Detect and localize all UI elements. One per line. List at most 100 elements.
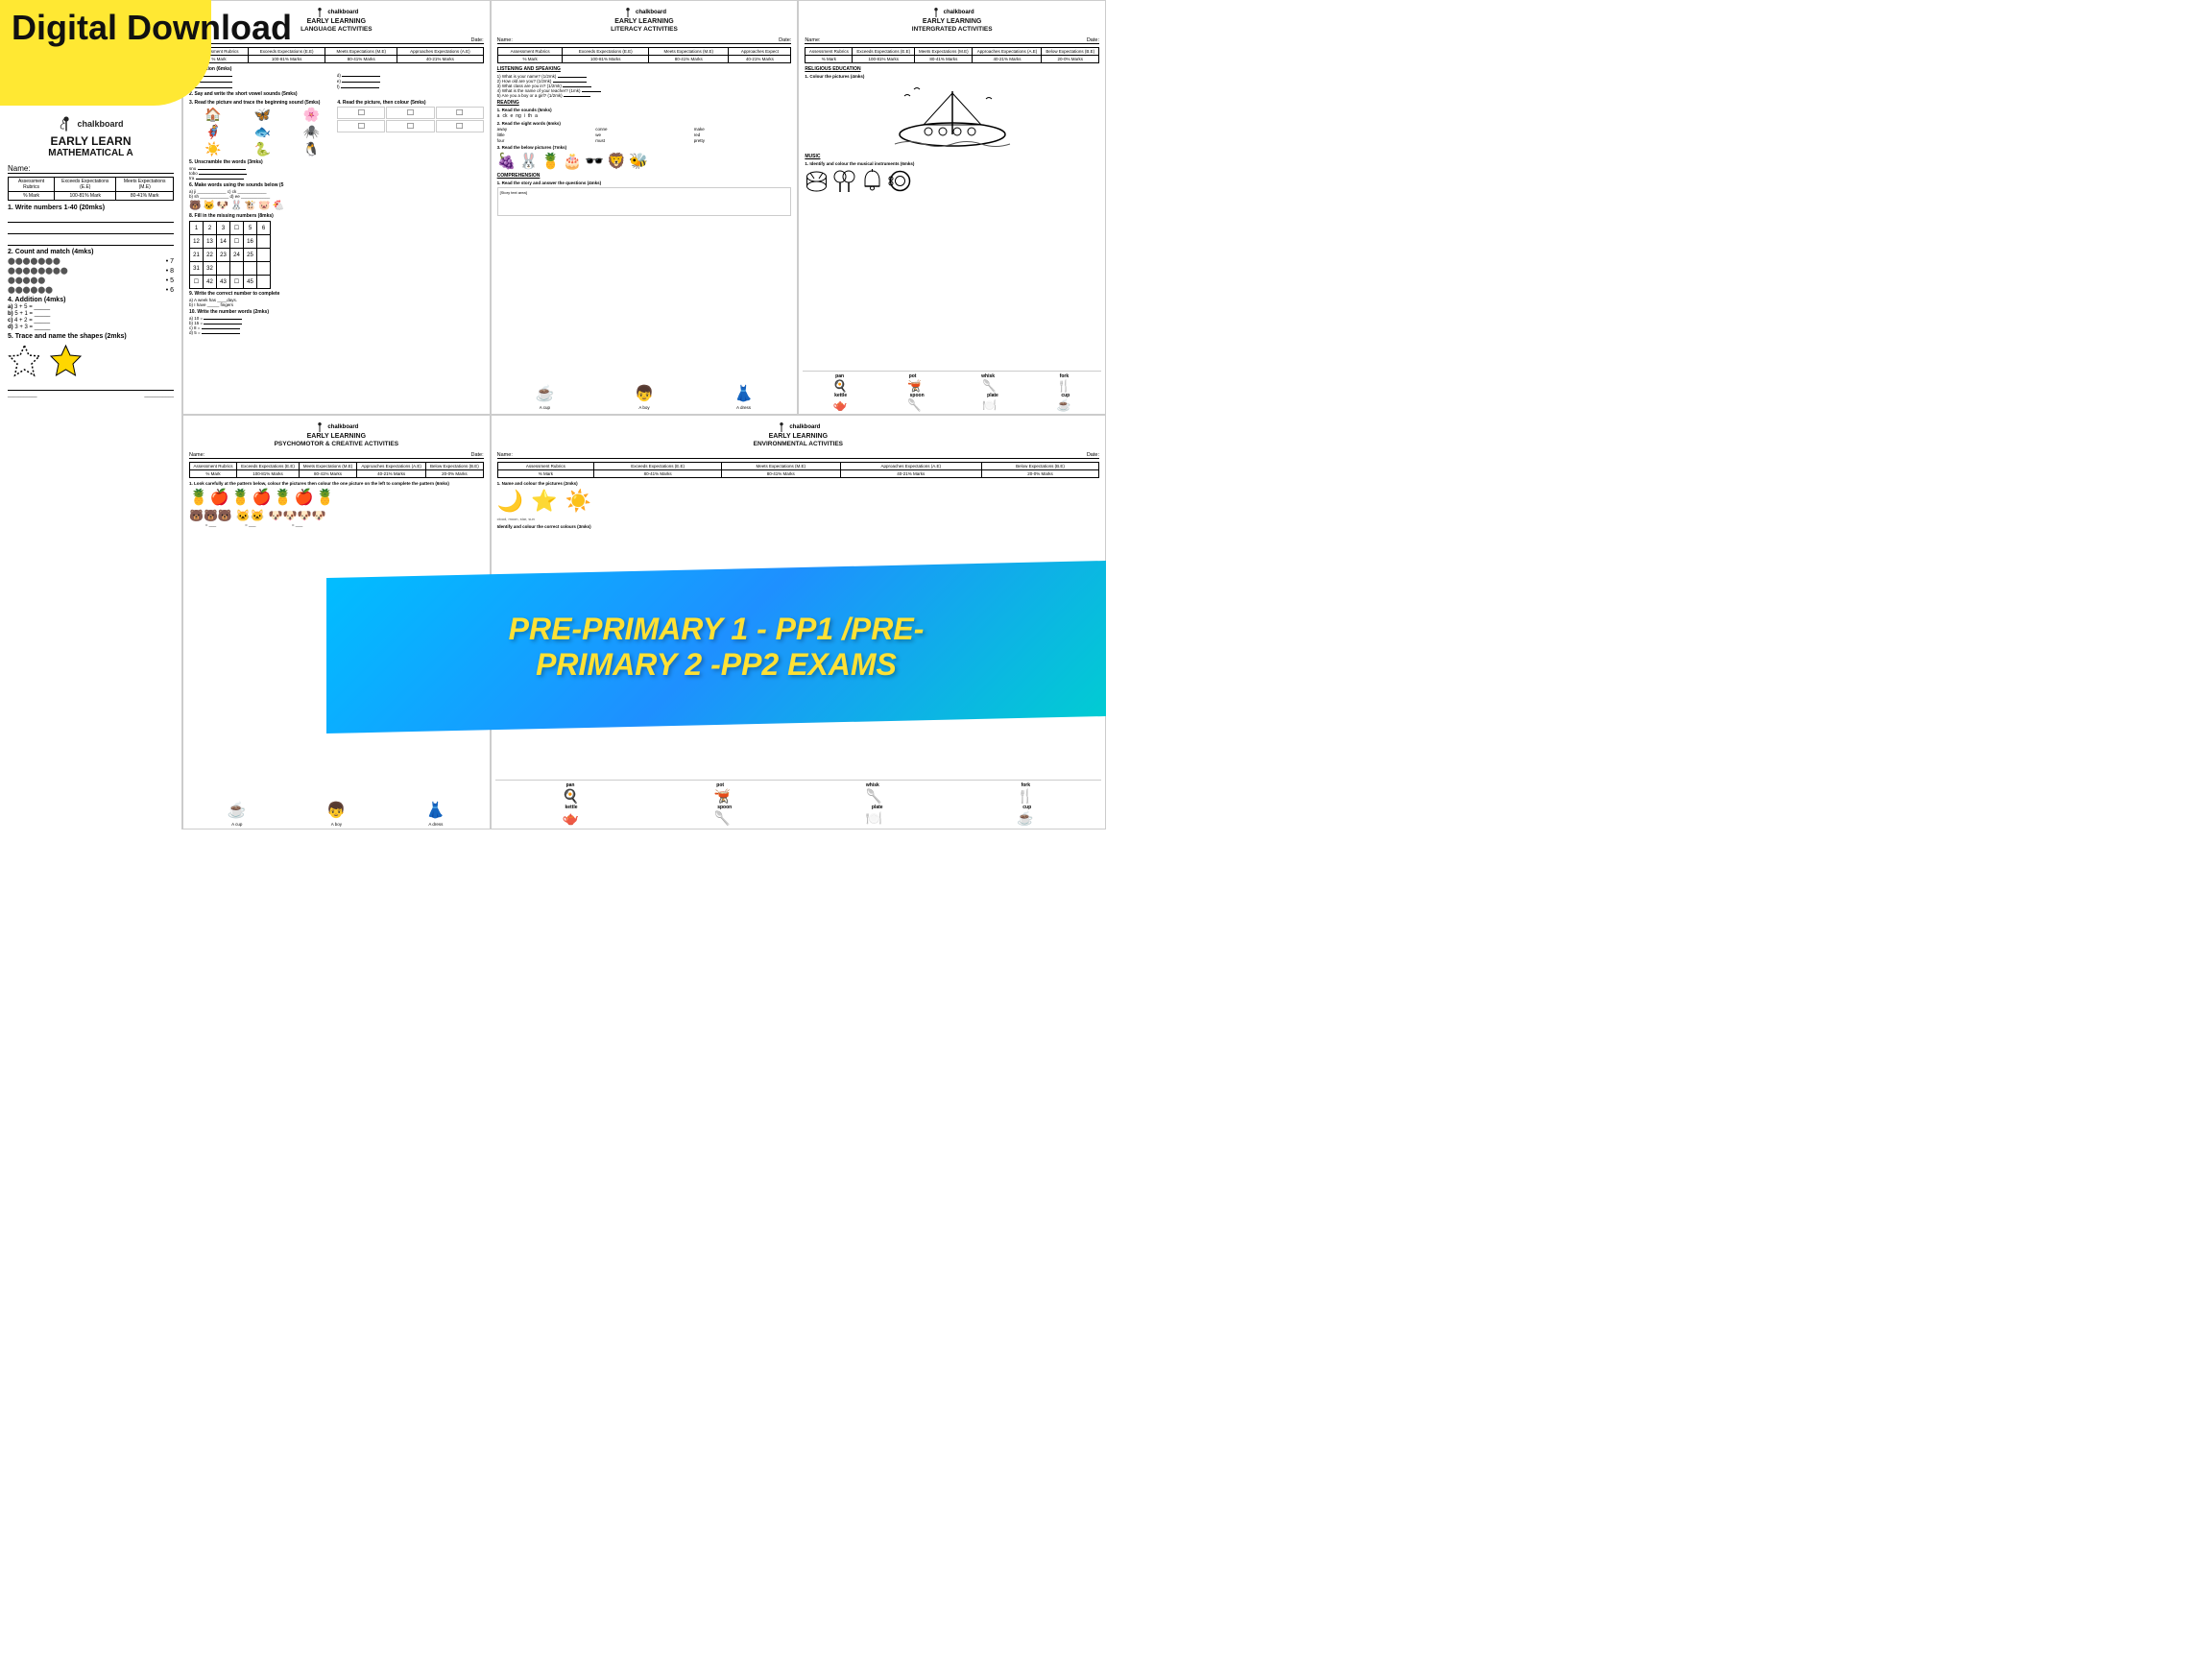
maracas-icon bbox=[832, 169, 856, 193]
lang-q1f: f) bbox=[337, 84, 484, 89]
lang-q3: 3. Read the picture and trace the beginn… bbox=[189, 98, 335, 157]
music-q1: 1. Identify and colour the musical instr… bbox=[805, 161, 1099, 166]
sounds-row: ackengitha bbox=[497, 113, 792, 119]
psychomotor-logo-text: chalkboard bbox=[327, 424, 358, 430]
lang-q8: 8. Fill in the missing numbers (8mks) bbox=[189, 213, 484, 219]
integrated-header: chalkboard EARLY LEARNING INTERGRATED AC… bbox=[805, 7, 1099, 34]
literacy-r1: 1. Read the sounds (5mks) bbox=[497, 108, 792, 112]
kitchen-icons-row: 🍳 🫕 🥄 🍴 bbox=[803, 379, 1101, 393]
lang-q1e: e) bbox=[337, 79, 484, 84]
left-q5: 5. Trace and name the shapes (2mks) bbox=[8, 333, 174, 340]
lang-q1: 1. Dictation (6mks) bbox=[189, 66, 484, 72]
language-logo-text: chalkboard bbox=[327, 10, 358, 15]
left-name-label: Name: bbox=[8, 164, 31, 173]
literacy-bottom-words: ☕ A cup 👦 A boy 👗 A dress bbox=[495, 384, 794, 410]
left-name-field: Name: bbox=[8, 164, 174, 174]
left-q4b: b) 5 + 1 = _____ bbox=[8, 311, 174, 317]
integrated-logo-icon bbox=[930, 7, 942, 18]
pattern-row: 🍍 🍎 🍍 🍎 🍍 🍎 🍍 bbox=[189, 488, 484, 507]
number-grid-table: 123☐56 121314☐16 2122232425 3132 ☐4243☐4… bbox=[189, 221, 271, 289]
literacy-title: EARLY LEARNING bbox=[497, 18, 792, 26]
language-logo-icon bbox=[314, 7, 325, 18]
rubric-row-3: 80-41% Mark bbox=[116, 192, 174, 201]
sight-words-grid: awayconnemake littlewered fourmustpretty bbox=[497, 127, 792, 143]
integrated-bottom: pan pot whisk fork 🍳 🫕 🥄 🍴 kettle spoon … bbox=[803, 371, 1101, 412]
star-outline-1 bbox=[8, 344, 41, 377]
lang-pic3: 🌸 bbox=[287, 107, 335, 123]
lang-q5: 5. Unscramble the words (3mks) bbox=[189, 159, 484, 165]
env-q1: 1. Name and colour the pictures (2mks) bbox=[497, 481, 1099, 486]
lang-q1a: a) bbox=[189, 73, 336, 78]
chalkboard-logo-left bbox=[58, 115, 75, 132]
env-bottom: pan pot whisk fork 🍳 🫕 🥄 🍴 kettle spoon … bbox=[495, 780, 1101, 827]
boat-drawing bbox=[805, 82, 1099, 151]
left-q4d: d) 3 + 3 = _____ bbox=[8, 325, 174, 330]
environmental-logo-text: chalkboard bbox=[789, 424, 820, 430]
kitchen-words-top: pan pot whisk fork bbox=[803, 371, 1101, 379]
banner-line1: PRE-PRIMARY 1 - PP1 /PRE- bbox=[509, 612, 925, 647]
env-kitchen-icons2: 🫖 🥄 🍽️ ☕ bbox=[495, 810, 1101, 827]
integrated-logo-text: chalkboard bbox=[944, 10, 974, 15]
literacy-logo-text: chalkboard bbox=[636, 10, 666, 15]
environmental-header: chalkboard EARLY LEARNING ENVIRONMENTAL … bbox=[497, 421, 1099, 448]
psychomotor-logo-icon bbox=[314, 421, 325, 433]
literacy-rubric: Assessment Rubrics Exceeds Expectations … bbox=[497, 47, 792, 63]
language-rubric: Assessment Rubrics Exceeds Expectations … bbox=[189, 47, 484, 63]
environmental-subtitle: ENVIRONMENTAL ACTIVITIES bbox=[497, 441, 1099, 448]
lang-pic7: ☀️ bbox=[189, 141, 237, 157]
rubric-row-1: % Mark bbox=[9, 192, 55, 201]
lang-sounds: a) ji ____________ c) ck ____________ b)… bbox=[189, 189, 484, 199]
lang-pic8: 🐍 bbox=[238, 141, 286, 157]
lang-q1d: d) bbox=[337, 73, 484, 78]
integrated-rubric: Assessment Rubrics Exceeds Expectations … bbox=[805, 47, 1099, 63]
left-worksheet-panel: chalkboard EARLY LEARN MATHEMATICAL A Na… bbox=[0, 0, 182, 830]
instruments-row bbox=[805, 169, 1099, 193]
lang-pic9: 🐧 bbox=[287, 141, 335, 157]
rubric-header-3: Meets Expectations (M.E) bbox=[116, 178, 174, 192]
lang-unscramble: snu tobo tra bbox=[189, 166, 484, 180]
lang-pic4: 🦸 bbox=[189, 124, 237, 140]
lang-q10-items: a) 10 = b) 15 = c) 8 = d) 5 = bbox=[189, 316, 484, 335]
lang-pic5: 🐟 bbox=[238, 124, 286, 140]
environmental-logo-icon bbox=[776, 421, 787, 433]
story-box: [Story text area] bbox=[497, 187, 792, 216]
lang-q10: 10. Write the number words (2mks) bbox=[189, 309, 484, 315]
tambourine-icon bbox=[888, 169, 912, 193]
blue-promo-banner: PRE-PRIMARY 1 - PP1 /PRE- PRIMARY 2 -PP2… bbox=[326, 561, 1106, 733]
psychomotor-subtitle: PSYCHOMOTOR & CREATIVE ACTIVITIES bbox=[189, 441, 484, 448]
dots-row-2: ⬤⬤⬤⬤⬤⬤⬤⬤ • 8 bbox=[8, 267, 174, 275]
language-panel: chalkboard EARLY LEARNING LANGUAGE ACTIV… bbox=[182, 0, 491, 415]
lang-q1c: c) bbox=[189, 84, 336, 89]
psychomotor-name-date: Name: Date: bbox=[189, 452, 484, 459]
literacy-subtitle: LITERACY ACTIVITIES bbox=[497, 26, 792, 34]
shape-row bbox=[8, 344, 174, 377]
left-q1-line2 bbox=[8, 225, 174, 234]
dots-row-1: ⬤⬤⬤⬤⬤⬤⬤ • 7 bbox=[8, 257, 174, 265]
literacy-name-date: Name: Date: bbox=[497, 37, 792, 44]
left-q1: 1. Write numbers 1-40 (20mks) bbox=[8, 204, 174, 211]
lang-q2: 2. Say and write the short vowel sounds … bbox=[189, 91, 484, 97]
left-logo-block: chalkboard EARLY LEARN MATHEMATICAL A bbox=[8, 115, 174, 158]
rubric-row-2: 100-81% Mark bbox=[55, 192, 116, 201]
boat-svg bbox=[890, 82, 1015, 149]
psychomotor-bottom-words: ☕ A cup 👦 A boy 👗 A dress bbox=[187, 799, 486, 827]
psychomotor-bottom: ☕ A cup 👦 A boy 👗 A dress bbox=[187, 799, 486, 827]
left-q4c: c) 4 + 2 = _____ bbox=[8, 318, 174, 324]
drum-icon bbox=[805, 169, 829, 193]
shape-name-line1 bbox=[8, 381, 174, 391]
psychomotor-header: chalkboard EARLY LEARNING PSYCHOMOTOR & … bbox=[189, 421, 484, 448]
left-title2: MATHEMATICAL A bbox=[8, 148, 174, 158]
left-q1-line1 bbox=[8, 213, 174, 223]
psychomotor-title: EARLY LEARNING bbox=[189, 433, 484, 441]
left-rubric-table: Assessment Rubrics Exceeds Expectations … bbox=[8, 177, 174, 201]
lang-q9: 9. Write the correct number to complete bbox=[189, 291, 484, 297]
lang-pic2: 🦋 bbox=[238, 107, 286, 123]
listening-section-label: LISTENING AND SPEAKING bbox=[497, 66, 792, 72]
rubric-header-2: Exceeds Expectations (E.E) bbox=[55, 178, 116, 192]
music-label: MUSIC bbox=[805, 154, 1099, 159]
comprehension-label: COMPREHENSION bbox=[497, 173, 792, 179]
left-q4: 4. Addition (4mks) bbox=[8, 297, 174, 303]
literacy-c1: 1. Read the story and answer the questio… bbox=[497, 180, 792, 185]
env-kitchen-words-top: pan pot whisk fork bbox=[495, 780, 1101, 788]
psychomotor-rubric: Assessment Rubrics Exceeds Expectations … bbox=[189, 462, 484, 478]
